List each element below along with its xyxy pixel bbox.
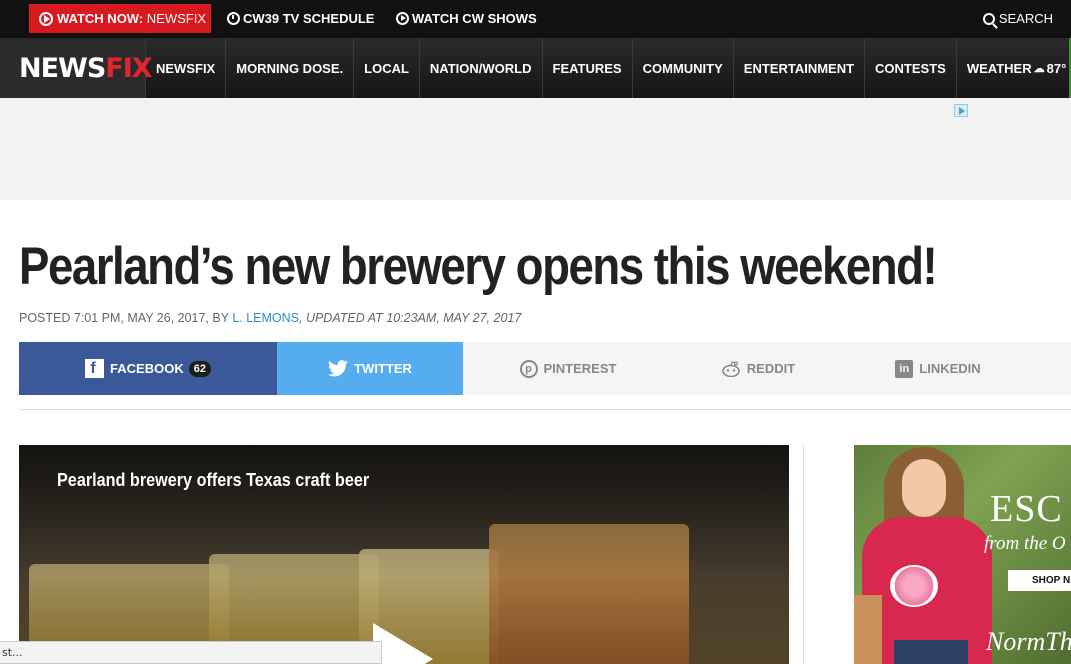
nav-item-newsfix[interactable]: NEWSFIX [146, 38, 227, 98]
weather-label: WEATHER [966, 60, 1032, 76]
nav-item-local[interactable]: LOCAL [354, 38, 420, 98]
logo-news-text: NEWS [19, 52, 106, 84]
pinterest-icon: p [519, 359, 538, 378]
reddit-alien-icon [721, 360, 741, 377]
watch-cw-shows-link[interactable]: WATCH CW SHOWS [396, 11, 537, 26]
clock-icon [227, 12, 240, 25]
video-player[interactable]: Pearland brewery offers Texas craft beer [19, 445, 789, 664]
ad-shop-button[interactable]: SHOP N [1008, 570, 1071, 591]
share-pinterest-button[interactable]: p PINTEREST [463, 342, 673, 395]
top-ad-banner[interactable] [0, 98, 1071, 200]
adchoices-icon[interactable] [954, 104, 968, 117]
facebook-label: FACEBOOK [110, 361, 184, 376]
watch-now-channel: NEWSFIX [146, 11, 207, 26]
pinterest-label: PINTEREST [543, 361, 617, 376]
nav-item-community[interactable]: COMMUNITY [633, 38, 734, 98]
author-link[interactable]: L. LEMONS [232, 311, 299, 325]
column-divider [803, 445, 804, 664]
logo-fix-text: FIX [105, 52, 152, 84]
nav-item-contests[interactable]: CONTESTS [865, 38, 957, 98]
browser-status-bar: st... [0, 641, 382, 664]
weather-temp: 87° [1046, 60, 1067, 76]
site-logo[interactable]: NEWS FIX [0, 38, 153, 98]
watch-cw-shows-label: WATCH CW SHOWS [412, 11, 537, 26]
play-icon[interactable] [373, 623, 433, 664]
linkedin-icon: in [895, 359, 914, 378]
article-headline: Pearland’s new brewery opens this weeken… [19, 237, 938, 296]
main-nav: NEWS FIX NEWSFIX MORNING DOSE. LOCAL NATI… [0, 38, 1071, 98]
nav-items: NEWSFIX MORNING DOSE. LOCAL NATION/WORLD… [146, 38, 1071, 98]
search-icon [982, 12, 995, 25]
nav-item-weather[interactable]: WEATHER ☁ 87° [957, 38, 1071, 98]
ad-model-image [902, 459, 946, 517]
play-circle-icon [396, 12, 409, 25]
updated-date: , UPDATED AT 10:23AM, MAY 27, 2017 [299, 311, 522, 325]
share-facebook-button[interactable]: f FACEBOOK 62 [19, 342, 277, 395]
nav-item-entertainment[interactable]: ENTERTAINMENT [734, 38, 866, 98]
ad-brand-logo: NormTh [986, 627, 1071, 656]
watch-now-button[interactable]: WATCH NOW: NEWSFIX [29, 4, 211, 33]
article-byline: POSTED 7:01 PM, MAY 26, 2017, BY L. LEMO… [19, 311, 521, 325]
watch-now-label: WATCH NOW: [57, 11, 144, 26]
search-label: SEARCH [998, 11, 1053, 26]
sidebar-ad[interactable]: ESC from the O SHOP N NormTh [854, 445, 1071, 664]
tv-schedule-link[interactable]: CW39 TV SCHEDULE [227, 11, 374, 26]
reddit-label: REDDIT [746, 361, 796, 376]
twitter-bird-icon [328, 360, 349, 377]
nav-item-features[interactable]: FEATURES [543, 38, 633, 98]
posted-date: POSTED 7:01 PM, MAY 26, 2017, BY [19, 311, 233, 325]
facebook-icon: f [85, 359, 105, 378]
nav-item-morning-dose[interactable]: MORNING DOSE. [226, 38, 355, 98]
search-button[interactable]: SEARCH [982, 11, 1053, 26]
ad-flowers-image [890, 565, 938, 607]
share-bar: f FACEBOOK 62 TWITTER p PINTEREST REDDIT… [19, 342, 1071, 395]
twitter-label: TWITTER [354, 361, 412, 376]
video-title: Pearland brewery offers Texas craft beer [57, 470, 370, 490]
ad-subline: from the O [984, 533, 1066, 554]
nav-item-nation-world[interactable]: NATION/WORLD [420, 38, 543, 98]
top-bar: WATCH NOW: NEWSFIX CW39 TV SCHEDULE WATC… [0, 0, 1071, 38]
play-circle-icon [39, 11, 53, 26]
divider [19, 409, 1071, 410]
facebook-share-count: 62 [188, 360, 211, 377]
ad-headline: ESC [990, 488, 1063, 530]
linkedin-label: LINKEDIN [919, 361, 981, 376]
ad-model-image [894, 640, 968, 664]
share-linkedin-button[interactable]: in LINKEDIN [843, 342, 1033, 395]
ad-bag-image [854, 595, 882, 664]
weather-cloud-icon: ☁ [1033, 62, 1045, 75]
share-twitter-button[interactable]: TWITTER [277, 342, 463, 395]
tv-schedule-label: CW39 TV SCHEDULE [243, 11, 375, 26]
share-reddit-button[interactable]: REDDIT [673, 342, 843, 395]
